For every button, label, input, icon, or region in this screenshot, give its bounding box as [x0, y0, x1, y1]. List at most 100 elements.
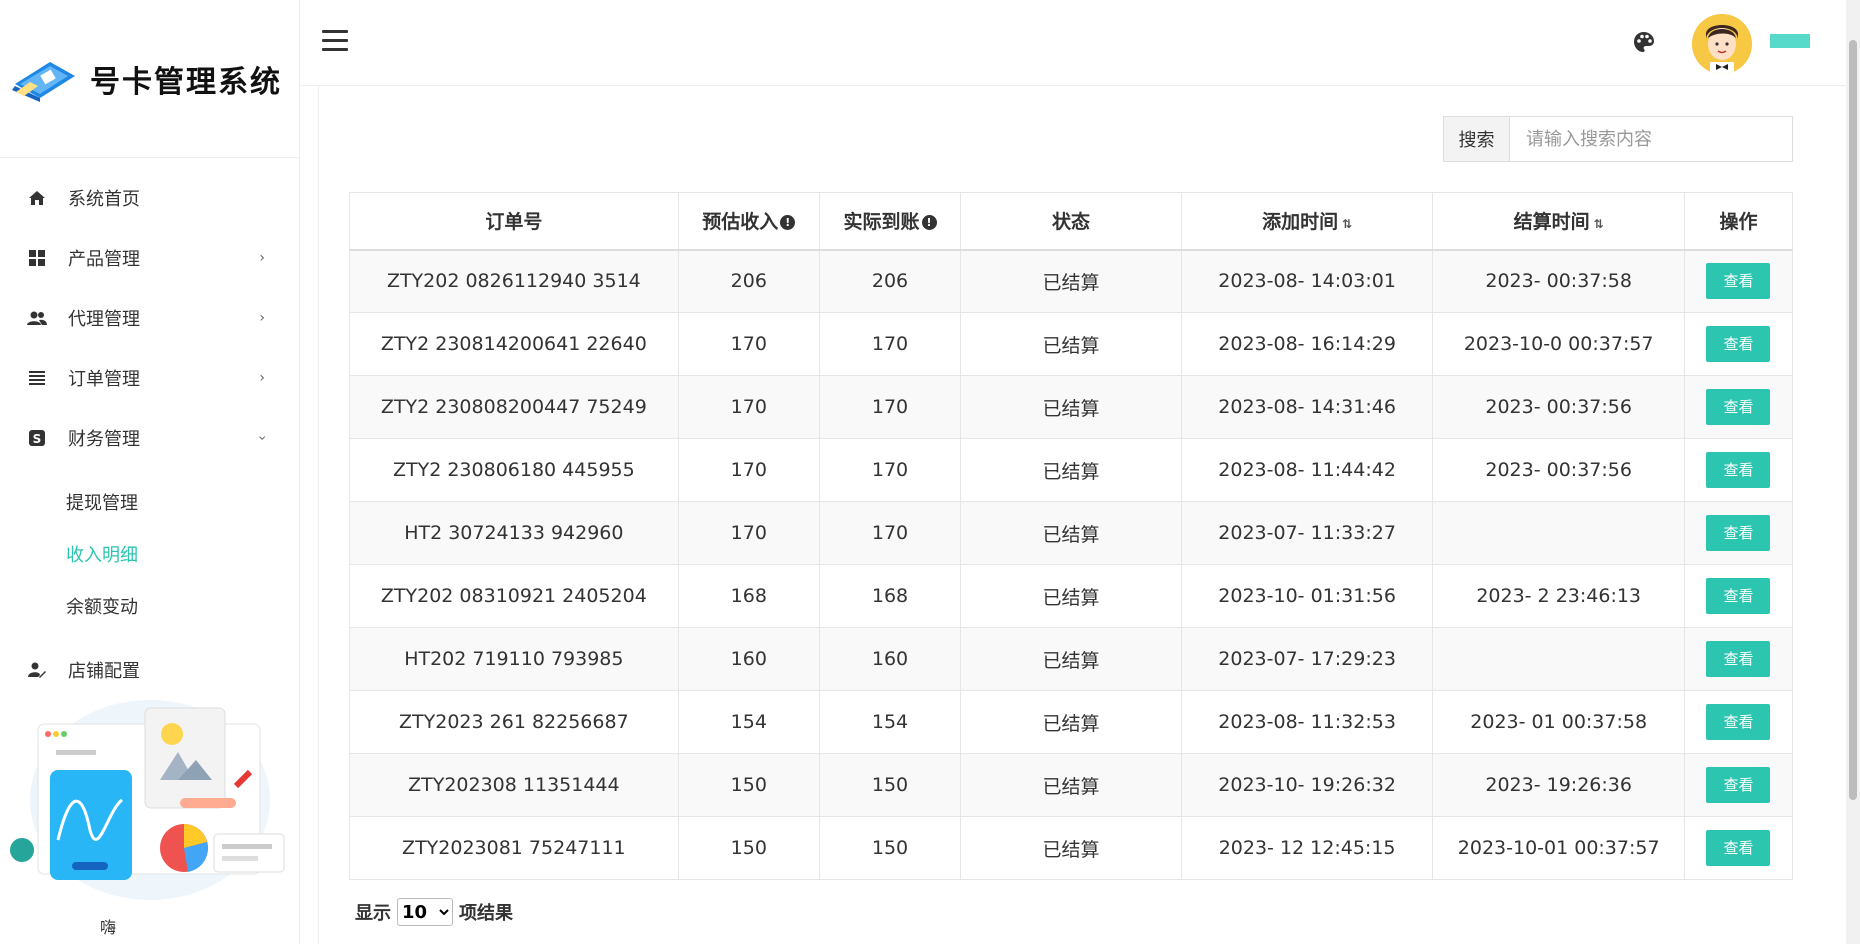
- col-header-order-no[interactable]: 订单号: [349, 192, 679, 251]
- view-button[interactable]: 查看: [1706, 452, 1771, 488]
- view-button[interactable]: 查看: [1706, 767, 1771, 803]
- sidebar: 号卡管理系统 系统首页 产品管理 › 代理管理 › 订单管理 › S 财务管理 …: [0, 0, 300, 944]
- cell-status: 已结算: [960, 690, 1182, 754]
- col-header-status[interactable]: 状态: [960, 192, 1182, 251]
- sort-icon[interactable]: ⇅: [1342, 217, 1352, 231]
- chevron-right-icon: ›: [259, 310, 265, 326]
- search-box: 搜索: [1443, 116, 1793, 162]
- page-size-suffix: 项结果: [459, 903, 513, 924]
- cell-order-no: ZTY202308 11351444: [349, 753, 679, 817]
- page-size-select[interactable]: 10: [397, 898, 453, 926]
- sidebar-item-label: 系统首页: [68, 189, 140, 210]
- palette-icon[interactable]: [1632, 30, 1656, 54]
- cell-estimated-income: 150: [677, 753, 820, 817]
- table-row: HT202 719110 793985 160 160 已结算 2023-07- 17:…: [349, 627, 1794, 691]
- chevron-right-icon: ›: [259, 250, 265, 266]
- info-icon[interactable]: !: [921, 215, 937, 231]
- cell-added-time: 2023-08- 14:31:46: [1180, 375, 1434, 439]
- username[interactable]: [1770, 34, 1810, 48]
- sidebar-item-label: 产品管理: [68, 249, 140, 270]
- view-button[interactable]: 查看: [1706, 704, 1771, 740]
- cell-actions: 查看: [1683, 816, 1794, 880]
- table-header-row: 订单号 预估收入! 实际到账! 状态 添加时间 ⇅ 结算时间 ⇅ 操作: [349, 192, 1794, 251]
- cell-order-no: ZTY202 08310921 2405204: [349, 564, 679, 628]
- sidebar-item-products[interactable]: 产品管理 ›: [0, 228, 299, 288]
- cell-actions: 查看: [1683, 501, 1794, 565]
- table-row: ZTY2 230806180 445955 170 170 已结算 2023-08- 1…: [349, 438, 1794, 502]
- cell-actions: 查看: [1683, 690, 1794, 754]
- page-scrollbar[interactable]: [1846, 0, 1860, 944]
- cell-order-no: ZTY2 230806180 445955: [349, 438, 679, 502]
- cell-actions: 查看: [1683, 564, 1794, 628]
- view-button[interactable]: 查看: [1706, 515, 1771, 551]
- col-header-estimated-income[interactable]: 预估收入!: [677, 192, 820, 251]
- view-button[interactable]: 查看: [1706, 830, 1771, 866]
- cell-status: 已结算: [960, 627, 1182, 691]
- cell-estimated-income: 160: [677, 627, 820, 691]
- sidebar-subitem-withdrawals[interactable]: 提现管理: [0, 476, 299, 528]
- cell-settled-time: 2023-10-01 00:37:57: [1432, 816, 1685, 880]
- brand: 号卡管理系统: [0, 0, 299, 158]
- cell-estimated-income: 170: [677, 501, 820, 565]
- sidebar-subitem-balance[interactable]: 余额变动: [0, 580, 299, 632]
- view-button[interactable]: 查看: [1706, 263, 1771, 300]
- view-button[interactable]: 查看: [1706, 641, 1771, 677]
- list-icon: [26, 367, 48, 389]
- cell-actual-received: 160: [818, 627, 962, 691]
- table-row: ZTY2023081 75247111 150 150 已结算 2023- 12 12:…: [349, 816, 1794, 880]
- logo-icon: [10, 54, 80, 104]
- col-header-settled-time[interactable]: 结算时间 ⇅: [1432, 192, 1685, 251]
- cell-settled-time: 2023- 01 00:37:58: [1432, 690, 1685, 754]
- cell-status: 已结算: [960, 816, 1182, 880]
- sidebar-subitem-income[interactable]: 收入明细: [0, 528, 299, 580]
- promo-illustration: [0, 690, 300, 910]
- sidebar-item-agents[interactable]: 代理管理 ›: [0, 288, 299, 348]
- cell-actions: 查看: [1683, 249, 1794, 313]
- scrollbar-thumb[interactable]: [1849, 40, 1857, 800]
- table-row: ZTY202 0826112940 3514 206 206 已结算 2023-08- …: [349, 249, 1794, 313]
- cell-estimated-income: 154: [677, 690, 820, 754]
- home-icon: [26, 187, 48, 209]
- cell-status: 已结算: [960, 249, 1182, 313]
- sidebar-item-label: 店铺配置: [68, 661, 140, 682]
- cell-status: 已结算: [960, 438, 1182, 502]
- col-header-added-time[interactable]: 添加时间 ⇅: [1180, 192, 1434, 251]
- cell-actual-received: 170: [818, 312, 962, 376]
- cell-settled-time: [1432, 501, 1685, 565]
- view-button[interactable]: 查看: [1706, 326, 1771, 362]
- info-icon[interactable]: !: [780, 215, 796, 231]
- cell-added-time: 2023- 12 12:45:15: [1180, 816, 1434, 880]
- col-header-actual-received[interactable]: 实际到账!: [818, 192, 962, 251]
- app-title: 号卡管理系统: [90, 64, 282, 100]
- cell-estimated-income: 206: [677, 249, 820, 313]
- cell-added-time: 2023-07- 11:33:27: [1180, 501, 1434, 565]
- table-row: ZTY202 08310921 2405204 168 168 已结算 2023-10-…: [349, 564, 1794, 628]
- cell-order-no: ZTY2 230808200447 75249: [349, 375, 679, 439]
- table-row: ZTY202308 11351444 150 150 已结算 2023-10- 19:2…: [349, 753, 1794, 817]
- table-body: ZTY202 0826112940 3514 206 206 已结算 2023-08- …: [349, 249, 1794, 880]
- finance-submenu: 提现管理 收入明细 余额变动: [0, 468, 299, 640]
- cell-settled-time: 2023- 2 23:46:13: [1432, 564, 1685, 628]
- view-button[interactable]: 查看: [1706, 389, 1771, 425]
- sidebar-item-label: 财务管理: [68, 429, 140, 450]
- cell-settled-time: [1432, 627, 1685, 691]
- sidebar-item-finance[interactable]: S 财务管理 ›: [0, 408, 299, 468]
- view-button[interactable]: 查看: [1706, 578, 1771, 614]
- cell-estimated-income: 168: [677, 564, 820, 628]
- cell-actions: 查看: [1683, 753, 1794, 817]
- menu-toggle-icon[interactable]: [322, 30, 348, 51]
- cell-order-no: ZTY202 0826112940 3514: [349, 249, 679, 313]
- cell-order-no: HT202 719110 793985: [349, 627, 679, 691]
- sidebar-item-home[interactable]: 系统首页: [0, 168, 299, 228]
- cell-settled-time: 2023- 19:26:36: [1432, 753, 1685, 817]
- page-size-control: 显示 10 项结果: [355, 898, 513, 926]
- avatar[interactable]: [1692, 14, 1752, 74]
- table-row: ZTY2 230814200641 22640 170 170 已结算 2023-08-…: [349, 312, 1794, 376]
- grid-icon: [26, 247, 48, 269]
- dollar-icon: S: [26, 427, 48, 449]
- search-input[interactable]: [1510, 117, 1792, 161]
- sort-icon[interactable]: ⇅: [1594, 217, 1604, 231]
- sidebar-item-orders[interactable]: 订单管理 ›: [0, 348, 299, 408]
- chevron-right-icon: ›: [259, 370, 265, 386]
- income-table: 订单号 预估收入! 实际到账! 状态 添加时间 ⇅ 结算时间 ⇅ 操作 ZTY202…: [349, 192, 1794, 880]
